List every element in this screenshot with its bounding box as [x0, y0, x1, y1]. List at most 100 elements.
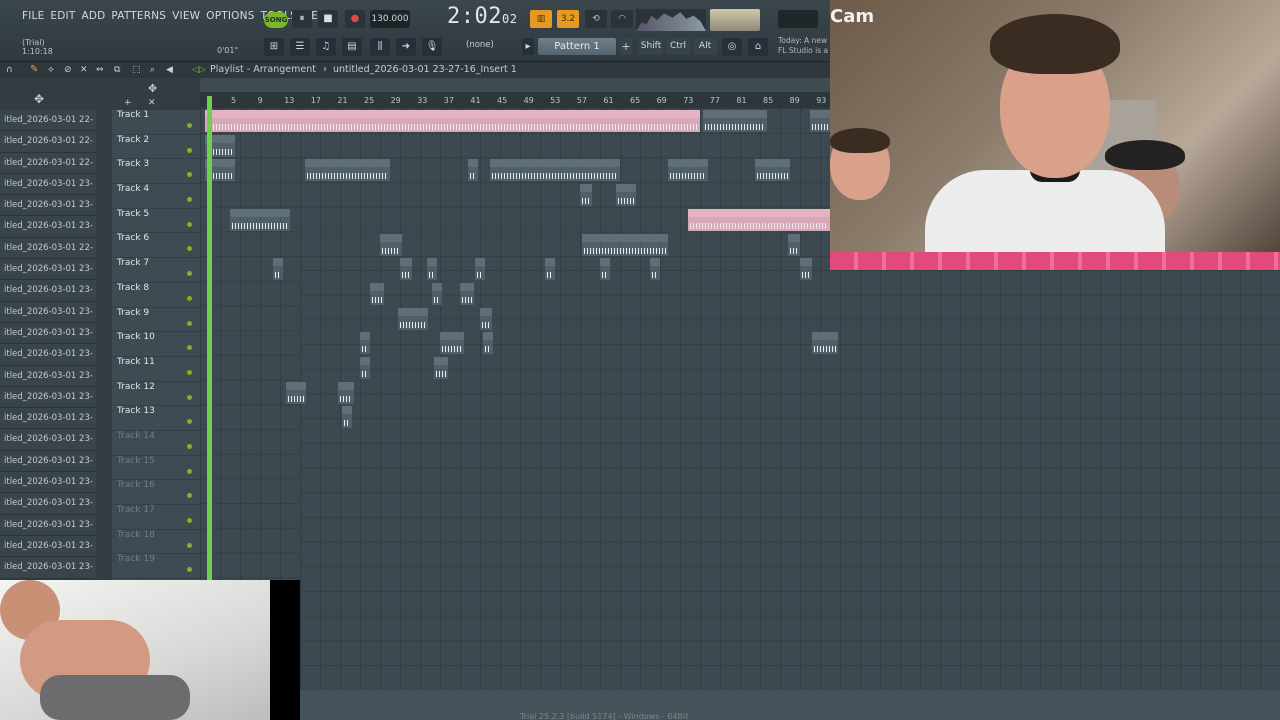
- audio-clip[interactable]: [360, 357, 370, 379]
- shift-key-button[interactable]: Shift: [639, 38, 663, 55]
- audio-clip[interactable]: Niko grotik, Kbbeatz – Romano Danger (ww…: [205, 110, 700, 132]
- audio-clip[interactable]: [342, 406, 352, 429]
- track-header[interactable]: Track 1: [112, 110, 200, 135]
- track-header[interactable]: Track 8: [112, 283, 200, 308]
- audio-clip[interactable]: [440, 332, 464, 355]
- track-header[interactable]: Track 4: [112, 184, 200, 209]
- loop-record-icon[interactable]: ⟲: [585, 10, 607, 28]
- picker-item[interactable]: itled_2026-03-01 23-: [0, 514, 96, 536]
- track-header[interactable]: Track 15: [112, 456, 200, 481]
- track-header[interactable]: Track 3: [112, 159, 200, 185]
- cart-icon[interactable]: ⌂: [748, 38, 768, 56]
- audio-clip[interactable]: [788, 233, 800, 256]
- channel-rack-icon[interactable]: ☰: [290, 38, 310, 56]
- audio-clip[interactable]: untitled_2..._Insert 1: [582, 233, 668, 256]
- playlist-arrow-icon[interactable]: ◁▷: [192, 65, 206, 75]
- close-icon[interactable]: ✕: [148, 98, 156, 108]
- browser-icon[interactable]: ▤: [342, 38, 362, 56]
- tempo-display[interactable]: 130.000: [370, 10, 410, 28]
- plugin-icon[interactable]: ◎: [722, 38, 742, 56]
- picker-item[interactable]: itled_2026-03-01 23-: [0, 557, 96, 579]
- pattern-prev-icon[interactable]: ▸: [522, 38, 534, 55]
- picker-item[interactable]: itled_2026-03-01 23-: [0, 216, 96, 238]
- track-mute-led[interactable]: [187, 493, 192, 499]
- track-mute-led[interactable]: [187, 518, 192, 523]
- track-header[interactable]: Track 9: [112, 308, 200, 333]
- track-header[interactable]: Track 18: [112, 530, 200, 555]
- alt-key-button[interactable]: Alt: [693, 38, 717, 55]
- picker-item[interactable]: itled_2026-03-01 23-: [0, 386, 96, 409]
- piano-roll-icon[interactable]: ♫: [316, 38, 336, 56]
- picker-item[interactable]: itled_2026-03-01 23-: [0, 493, 96, 515]
- ctrl-key-button[interactable]: Ctrl: [666, 38, 690, 55]
- menu-file[interactable]: FILE: [22, 10, 44, 22]
- picker-item[interactable]: itled_2026-03-01 23-: [0, 195, 96, 217]
- arrow-icon[interactable]: ➜: [396, 38, 416, 56]
- track-mute-led[interactable]: [187, 295, 192, 301]
- audio-clip[interactable]: Niko grotik, Kbbeatz – Romano: [688, 208, 830, 231]
- track-header[interactable]: Track 7: [112, 258, 200, 283]
- audio-clip[interactable]: [480, 307, 492, 330]
- audio-clip[interactable]: [812, 332, 838, 355]
- record-button[interactable]: ●: [345, 10, 365, 28]
- playlist-icon[interactable]: ⊞: [264, 38, 284, 56]
- audio-clip[interactable]: [616, 184, 636, 207]
- picker-item[interactable]: itled_2026-03-01 23-: [0, 322, 96, 345]
- track-header[interactable]: Track 12: [112, 382, 200, 407]
- picker-item[interactable]: itled_2026-03-01 23-: [0, 472, 96, 494]
- song-mode-toggle[interactable]: SONG: [264, 12, 288, 28]
- audio-clip[interactable]: untit..t 1: [305, 159, 390, 182]
- playhead-marker[interactable]: [207, 96, 212, 580]
- picker-item[interactable]: itled_2026-03-01 23-: [0, 280, 96, 302]
- track-header[interactable]: Track 17: [112, 505, 200, 530]
- pencil-icon[interactable]: ✎: [30, 64, 38, 75]
- picker-item[interactable]: itled_2026-03-01 23-: [0, 365, 96, 387]
- move-icon[interactable]: ✥: [34, 92, 44, 106]
- picker-item[interactable]: itled_2026-03-01 23-: [0, 535, 96, 558]
- master-volume-slider[interactable]: [710, 9, 760, 31]
- menu-options[interactable]: OPTIONS: [206, 10, 254, 22]
- audio-clip[interactable]: [600, 258, 610, 281]
- audio-clip[interactable]: [273, 258, 283, 281]
- mute-icon[interactable]: ✕: [80, 65, 88, 75]
- snap-selector[interactable]: (none): [466, 40, 494, 50]
- pattern-selector[interactable]: Pattern 1: [538, 38, 616, 55]
- track-mute-led[interactable]: [187, 123, 192, 128]
- audio-clip[interactable]: [800, 258, 812, 281]
- picker-item[interactable]: itled_2026-03-01 22-: [0, 131, 96, 153]
- add-pattern-button[interactable]: +: [620, 38, 632, 55]
- audio-clip[interactable]: [483, 332, 493, 355]
- track-mute-led[interactable]: [187, 567, 192, 573]
- audio-clip[interactable]: [286, 381, 306, 404]
- track-header[interactable]: Track 10: [112, 332, 200, 357]
- track-mute-led[interactable]: [187, 369, 192, 375]
- countdown-icon[interactable]: 3.2: [557, 10, 579, 28]
- picker-item[interactable]: itled_2026-03-01 23-: [0, 259, 96, 281]
- track-mute-led[interactable]: [187, 468, 192, 474]
- brush-icon[interactable]: ⟡: [48, 65, 54, 75]
- track-mute-led[interactable]: [187, 172, 192, 178]
- audio-clip[interactable]: [360, 332, 370, 355]
- track-header[interactable]: Track 11: [112, 357, 200, 382]
- audio-clip[interactable]: [468, 159, 478, 182]
- typing-keyboard-icon[interactable]: ▥: [530, 10, 552, 28]
- plus-icon[interactable]: +: [124, 98, 132, 108]
- audio-clip[interactable]: unt...1: [755, 159, 790, 182]
- track-header[interactable]: Track 6: [112, 233, 200, 259]
- audio-clip[interactable]: [460, 282, 474, 305]
- picker-item[interactable]: itled_2026-03-01 22-: [0, 237, 96, 260]
- news-panel[interactable]: Today: A new FL Studio is a: [778, 36, 828, 56]
- picker-item[interactable]: itled_2026-03-01 22-: [0, 152, 96, 174]
- metronome-icon[interactable]: ◠: [611, 10, 633, 28]
- track-header[interactable]: Track 14: [112, 431, 200, 456]
- audio-clip[interactable]: [398, 307, 428, 330]
- audio-clip[interactable]: unt...1: [668, 159, 708, 182]
- track-header[interactable]: Track 5: [112, 209, 200, 234]
- track-mute-led[interactable]: [187, 345, 192, 351]
- stop-button[interactable]: ■: [318, 10, 338, 28]
- menu-patterns[interactable]: PATTERNS: [111, 10, 166, 22]
- track-mute-led[interactable]: [187, 221, 192, 227]
- picker-item[interactable]: itled_2026-03-01 23-: [0, 408, 96, 430]
- timeline-ruler[interactable]: 5 9 13 17 21 25 29 33 37 41 45 49 53 57 61 65 69 73 77 81 85…: [200, 92, 830, 108]
- track-mute-led[interactable]: [187, 197, 192, 203]
